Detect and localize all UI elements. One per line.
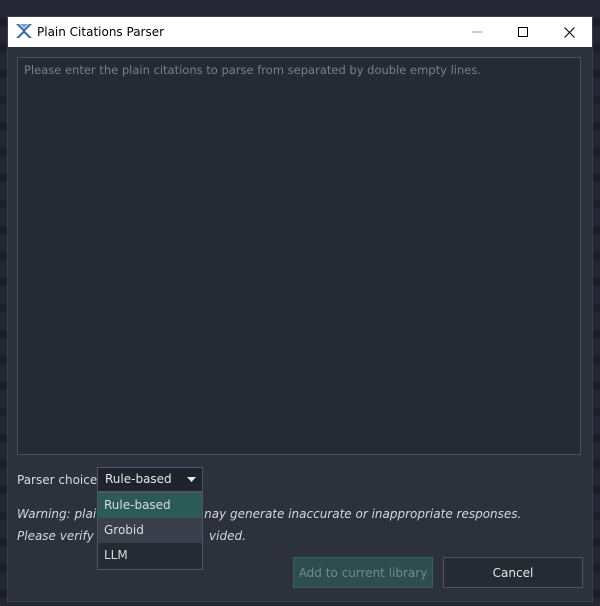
maximize-icon (518, 27, 528, 37)
minimize-icon (472, 31, 482, 33)
app-logo-icon (16, 24, 32, 38)
warning-line-2-start: Please verify a (17, 529, 106, 543)
add-to-library-button[interactable]: Add to current library (293, 557, 433, 588)
dropdown-arrow-icon (187, 477, 196, 482)
parser-choice-select[interactable]: Rule-based (97, 467, 203, 492)
window-title: Plain Citations Parser (37, 25, 165, 39)
parser-option-rule-based[interactable]: Rule-based (98, 493, 202, 518)
warning-line-2-end: vided. (209, 529, 246, 543)
parser-option-grobid[interactable]: Grobid (98, 518, 202, 543)
warning-line-1-end: nay generate inaccurate or inappropriate… (204, 507, 522, 521)
parser-options-dropdown: Rule-based Grobid LLM (97, 492, 203, 570)
warning-line-1-start: Warning: plai (17, 507, 97, 521)
maximize-button[interactable] (500, 17, 546, 47)
minimize-button[interactable] (454, 17, 500, 47)
dialog-window: Plain Citations Parser Please enter the … (8, 17, 592, 601)
close-button[interactable] (546, 17, 592, 47)
close-icon (563, 26, 575, 38)
citations-placeholder: Please enter the plain citations to pars… (24, 63, 481, 77)
title-bar[interactable]: Plain Citations Parser (8, 17, 592, 47)
parser-option-llm[interactable]: LLM (98, 543, 202, 568)
parser-selected-value: Rule-based (105, 472, 172, 486)
parser-choice-label: Parser choice (17, 473, 98, 487)
citations-input[interactable]: Please enter the plain citations to pars… (17, 57, 581, 455)
cancel-button[interactable]: Cancel (443, 557, 583, 588)
